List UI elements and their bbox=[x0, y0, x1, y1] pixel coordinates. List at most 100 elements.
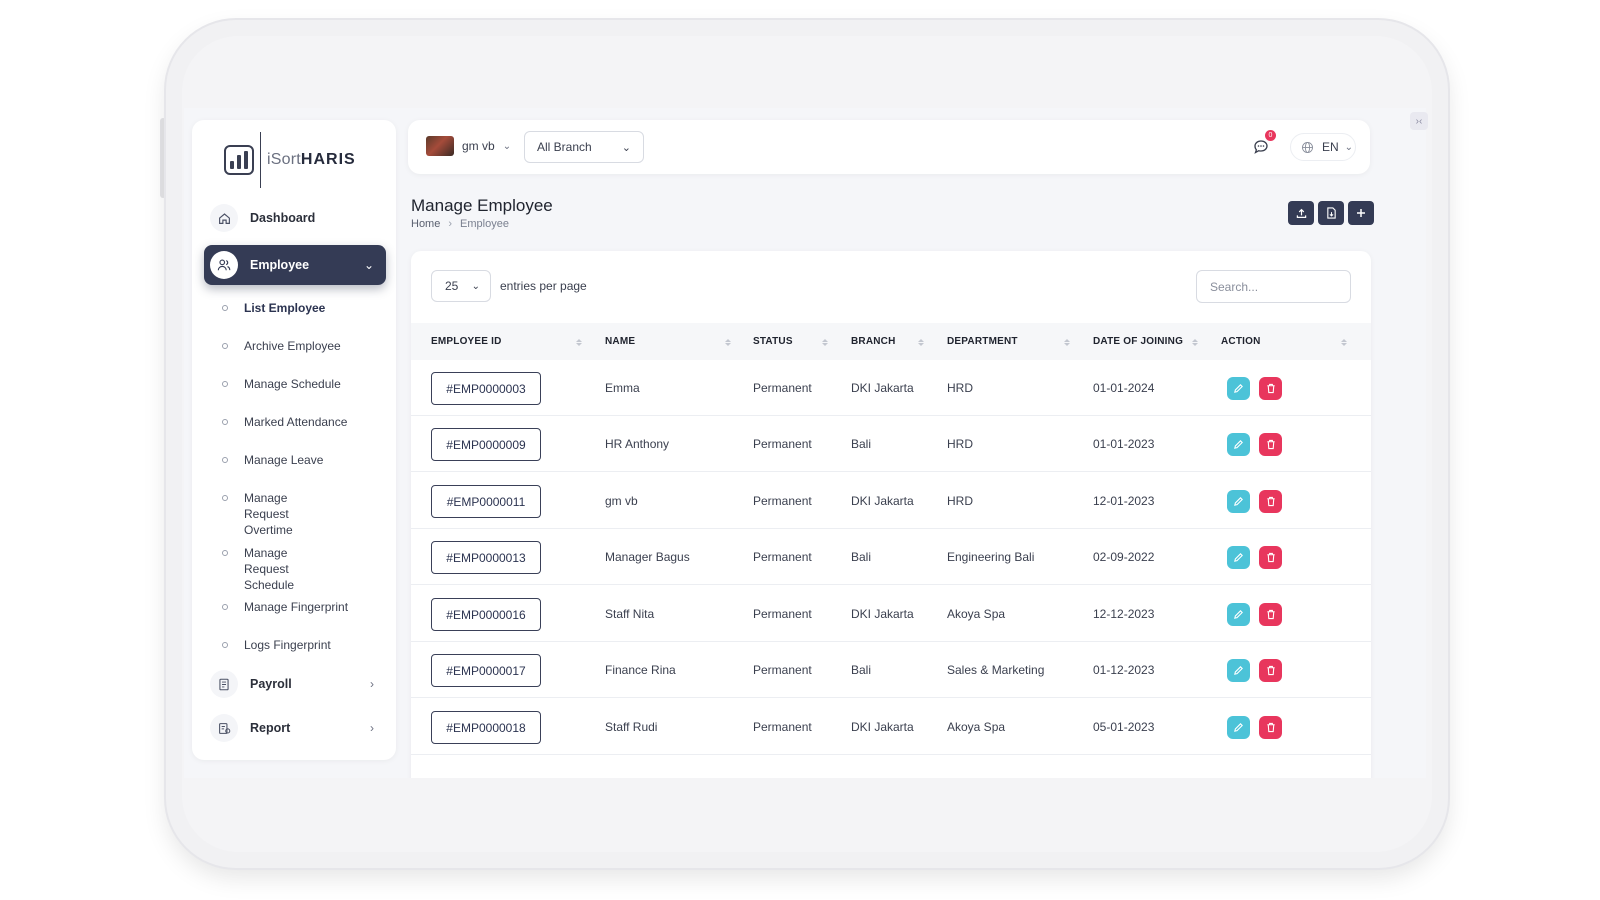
delete-button[interactable] bbox=[1259, 716, 1282, 739]
chat-icon bbox=[1254, 140, 1268, 154]
cell-department: HRD bbox=[947, 437, 973, 451]
table-row: #EMP0000009 HR Anthony Permanent Bali HR… bbox=[411, 416, 1371, 472]
branch-select[interactable]: All Branch ⌄ bbox=[524, 131, 644, 163]
breadcrumb-home[interactable]: Home bbox=[411, 218, 440, 230]
entries-select[interactable]: 25 ⌄ bbox=[431, 270, 491, 302]
employee-id-button[interactable]: #EMP0000016 bbox=[431, 598, 541, 631]
delete-button[interactable] bbox=[1259, 659, 1282, 682]
chevron-down-icon: ⌄ bbox=[363, 258, 374, 272]
app-logo[interactable]: iSortHARIS bbox=[224, 132, 356, 188]
column-header-date-of-joining[interactable]: DATE OF JOINING bbox=[1093, 323, 1183, 360]
sidebar-item-report[interactable]: Report › bbox=[204, 708, 386, 748]
entries-select-value: 25 bbox=[445, 279, 459, 293]
sort-icon[interactable] bbox=[1063, 335, 1071, 349]
cell-department: Sales & Marketing bbox=[947, 663, 1045, 677]
sort-icon[interactable] bbox=[724, 335, 732, 349]
trash-icon bbox=[1266, 665, 1275, 676]
collapse-sidebar-icon[interactable]: ›‹ bbox=[1410, 112, 1428, 130]
submenu-manage-schedule[interactable]: Manage Schedule bbox=[222, 376, 382, 392]
delete-button[interactable] bbox=[1259, 603, 1282, 626]
export-file-button[interactable] bbox=[1318, 201, 1344, 225]
cell-status: Permanent bbox=[753, 720, 812, 734]
delete-button[interactable] bbox=[1259, 433, 1282, 456]
employee-id-button[interactable]: #EMP0000018 bbox=[431, 711, 541, 744]
column-header-employee-id[interactable]: EMPLOYEE ID bbox=[431, 323, 502, 360]
sidebar-item-label: Payroll bbox=[250, 677, 292, 691]
pencil-icon bbox=[1234, 723, 1243, 732]
avatar bbox=[426, 136, 454, 156]
column-header-branch[interactable]: BRANCH bbox=[851, 323, 896, 360]
bullet-icon bbox=[222, 343, 228, 349]
cell-date-of-joining: 01-01-2024 bbox=[1093, 381, 1155, 395]
column-header-name[interactable]: NAME bbox=[605, 323, 635, 360]
edit-button[interactable] bbox=[1227, 546, 1250, 569]
delete-button[interactable] bbox=[1259, 546, 1282, 569]
sort-icon[interactable] bbox=[1340, 335, 1348, 349]
edit-button[interactable] bbox=[1227, 377, 1250, 400]
upload-button[interactable] bbox=[1288, 201, 1314, 225]
language-selector[interactable]: EN ⌄ bbox=[1290, 133, 1356, 161]
report-icon bbox=[210, 714, 238, 742]
edit-button[interactable] bbox=[1227, 716, 1250, 739]
pencil-icon bbox=[1234, 610, 1243, 619]
employee-id-button[interactable]: #EMP0000013 bbox=[431, 541, 541, 574]
cell-department: Akoya Spa bbox=[947, 607, 1006, 621]
column-header-label: EMPLOYEE ID bbox=[431, 336, 502, 347]
sort-icon[interactable] bbox=[575, 335, 583, 349]
bullet-icon bbox=[222, 419, 228, 425]
sidebar-item-label: Dashboard bbox=[250, 211, 316, 225]
column-header-label: DATE OF JOINING bbox=[1093, 336, 1184, 347]
submenu-marked-attendance[interactable]: Marked Attendance bbox=[222, 414, 382, 430]
pencil-icon bbox=[1234, 384, 1243, 393]
cell-status: Permanent bbox=[753, 550, 812, 564]
submenu-manage-request-schedule[interactable]: Manage Request Schedule bbox=[222, 545, 332, 593]
cell-branch: DKI Jakarta bbox=[851, 494, 914, 508]
employee-id-button[interactable]: #EMP0000003 bbox=[431, 372, 541, 405]
notification-badge: 0 bbox=[1265, 130, 1276, 141]
cell-status: Permanent bbox=[753, 437, 812, 451]
edit-button[interactable] bbox=[1227, 433, 1250, 456]
search-input[interactable] bbox=[1196, 270, 1351, 303]
sidebar-item-employee[interactable]: Employee ⌄ bbox=[204, 245, 386, 285]
delete-button[interactable] bbox=[1259, 377, 1282, 400]
submenu-manage-leave[interactable]: Manage Leave bbox=[222, 452, 382, 468]
notification-button[interactable]: 0 bbox=[1250, 130, 1276, 158]
sort-icon[interactable] bbox=[1191, 335, 1199, 349]
user-selector[interactable]: gm vb ⌄ bbox=[426, 136, 511, 156]
bullet-icon bbox=[222, 495, 228, 501]
edit-button[interactable] bbox=[1227, 659, 1250, 682]
pencil-icon bbox=[1234, 497, 1243, 506]
column-header-status[interactable]: STATUS bbox=[753, 323, 793, 360]
cell-department: HRD bbox=[947, 381, 973, 395]
delete-button[interactable] bbox=[1259, 490, 1282, 513]
sort-icon[interactable] bbox=[917, 335, 925, 349]
logo-prefix: iSort bbox=[267, 151, 301, 168]
entries-per-page: 25 ⌄ entries per page bbox=[431, 270, 587, 302]
sidebar-item-payroll[interactable]: Payroll › bbox=[204, 664, 386, 704]
column-header-department[interactable]: DEPARTMENT bbox=[947, 323, 1018, 360]
employee-id-button[interactable]: #EMP0000017 bbox=[431, 654, 541, 687]
cell-department: Akoya Spa bbox=[947, 720, 1006, 734]
submenu-logs-fingerprint[interactable]: Logs Fingerprint bbox=[222, 637, 382, 653]
employee-id-button[interactable]: #EMP0000011 bbox=[431, 485, 541, 518]
submenu-manage-fingerprint[interactable]: Manage Fingerprint bbox=[222, 599, 382, 615]
sort-icon[interactable] bbox=[821, 335, 829, 349]
sidebar-item-dashboard[interactable]: Dashboard bbox=[204, 198, 386, 238]
add-employee-button[interactable] bbox=[1348, 201, 1374, 225]
header-actions bbox=[1288, 201, 1374, 225]
submenu-archive-employee[interactable]: Archive Employee bbox=[222, 338, 382, 354]
pencil-icon bbox=[1234, 440, 1243, 449]
employee-id-button[interactable]: #EMP0000009 bbox=[431, 428, 541, 461]
cell-branch: Bali bbox=[851, 437, 872, 451]
submenu-label: Marked Attendance bbox=[244, 415, 348, 429]
cell-date-of-joining: 01-12-2023 bbox=[1093, 663, 1155, 677]
edit-button[interactable] bbox=[1227, 490, 1250, 513]
chevron-down-icon: ⌄ bbox=[502, 140, 512, 152]
submenu-list-employee[interactable]: List Employee bbox=[222, 300, 382, 316]
edit-button[interactable] bbox=[1227, 603, 1250, 626]
trash-icon bbox=[1266, 383, 1275, 394]
submenu-manage-request-overtime[interactable]: Manage Request Overtime bbox=[222, 490, 332, 538]
cell-branch: DKI Jakarta bbox=[851, 607, 914, 621]
cell-name: Finance Rina bbox=[605, 663, 676, 677]
trash-icon bbox=[1266, 609, 1275, 620]
